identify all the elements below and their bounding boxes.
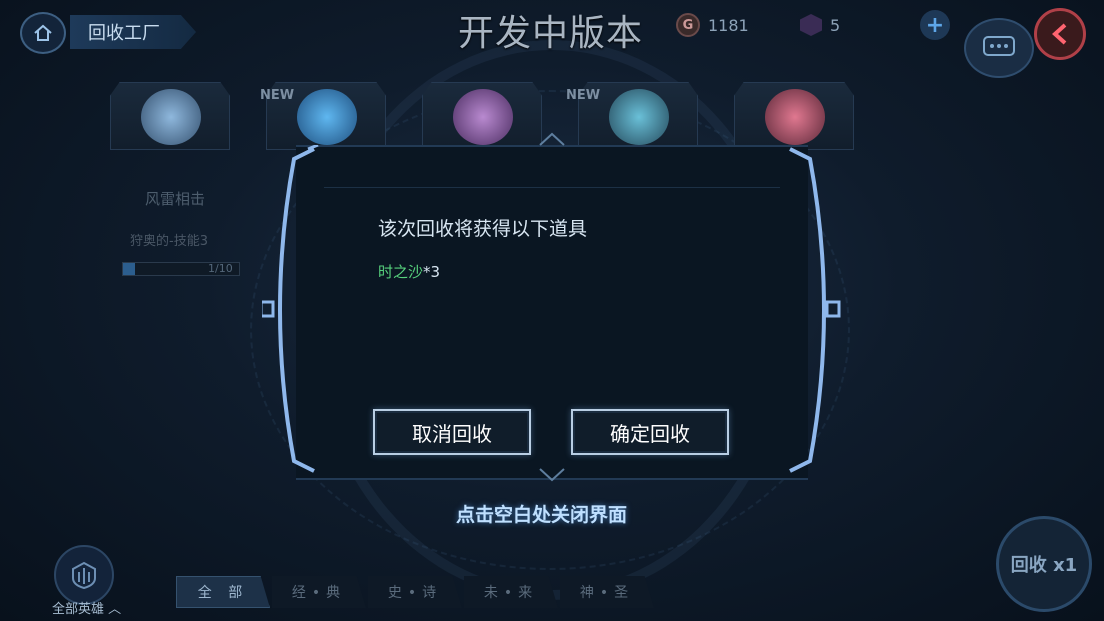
item-art [141, 89, 201, 145]
item-description: 狩奥的-技能3 [130, 234, 208, 249]
filter-tab-holy[interactable]: 神•圣 [560, 576, 654, 608]
home-button[interactable] [20, 12, 66, 54]
cancel-recycle-button[interactable]: 取消回收 [373, 409, 531, 455]
dialog-divider [324, 187, 780, 188]
close-hint[interactable]: 点击空白处关闭界面 [456, 500, 627, 527]
all-heroes-text: 全部英雄 [52, 602, 105, 617]
gem-amount: 5 [830, 15, 841, 35]
gem-currency: 5 [800, 12, 840, 38]
add-currency-button[interactable]: + [920, 10, 950, 40]
page-title: 回收工厂 [70, 15, 196, 49]
reward-item-quantity: *3 [423, 263, 441, 281]
new-tag: NEW [260, 88, 295, 103]
confirm-recycle-button[interactable]: 确定回收 [571, 409, 729, 455]
rarity-filter-bar: 全 部 经•典 史•诗 未•来 神•圣 [176, 576, 656, 608]
item-strip [110, 82, 860, 150]
helmet-icon [72, 561, 96, 590]
gem-icon [800, 14, 822, 36]
item-name: 风雷相击 [145, 190, 206, 208]
recycle-button[interactable]: 回收 x1 [996, 516, 1092, 612]
filter-tab-epic[interactable]: 史•诗 [368, 576, 462, 608]
chat-icon [983, 36, 1015, 56]
back-button[interactable] [1034, 8, 1086, 60]
item-art [765, 89, 825, 145]
chevron-up-icon: ︿ [108, 602, 122, 617]
reward-line: 时之沙*3 [378, 261, 440, 282]
all-heroes-label[interactable]: 全部英雄 ︿ [52, 598, 121, 617]
dialog-top-notch [539, 132, 565, 146]
item-art [453, 89, 513, 145]
filter-tab-all[interactable]: 全 部 [176, 576, 270, 608]
dev-version-watermark: 开发中版本 [458, 13, 644, 54]
item-art [609, 89, 669, 145]
new-tag: NEW [566, 88, 601, 103]
item-card[interactable] [110, 82, 230, 150]
item-card[interactable] [734, 82, 854, 150]
chat-button[interactable] [964, 18, 1034, 78]
home-icon [34, 24, 52, 41]
dialog-right-bracket [789, 147, 841, 473]
gold-amount: 1181 [708, 15, 749, 35]
filter-tab-classic[interactable]: 经•典 [272, 576, 366, 608]
item-progress-count: 1/10 [208, 262, 233, 275]
dialog-title: 该次回收将获得以下道具 [378, 218, 588, 240]
chevron-left-icon [1052, 23, 1067, 45]
filter-tab-future[interactable]: 未•来 [464, 576, 558, 608]
all-heroes-button[interactable] [54, 545, 114, 605]
reward-item-name: 时之沙 [378, 263, 424, 281]
dialog-bottom-notch [539, 468, 565, 482]
gold-coin-icon: G [676, 13, 700, 37]
item-card[interactable] [422, 82, 542, 150]
dialog-left-bracket [262, 145, 319, 473]
item-art [297, 89, 357, 145]
gold-currency: G 1181 [676, 12, 749, 38]
